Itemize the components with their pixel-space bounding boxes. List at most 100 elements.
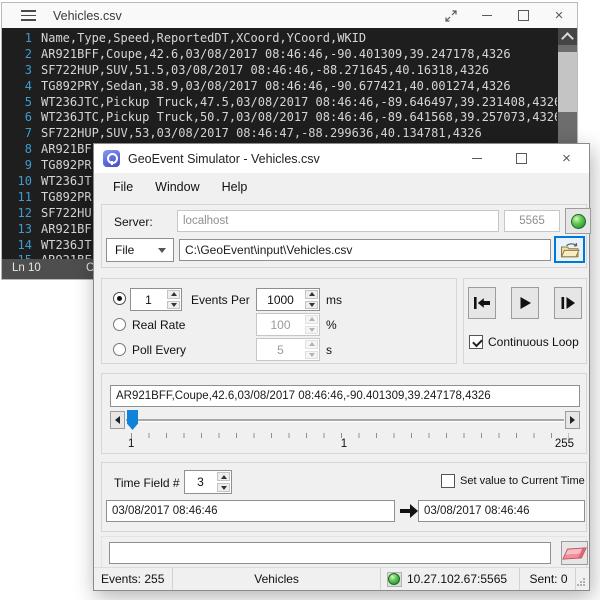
scrollbar-thumb[interactable] <box>558 52 577 112</box>
close-icon[interactable]: × <box>544 144 589 173</box>
editor-line: 3SF722HUP,SUV,51.5,03/08/2017 08:46:46,-… <box>2 62 557 78</box>
real-rate-spinner: 100 <box>256 313 320 336</box>
server-label: Server: <box>114 215 153 229</box>
line-text: WT236JT <box>41 174 92 188</box>
real-rate-radio[interactable] <box>113 318 126 331</box>
time-to-field[interactable]: 03/08/2017 08:46:46 <box>418 500 585 522</box>
real-rate-unit-label: % <box>326 318 337 332</box>
line-number: 3 <box>2 63 41 77</box>
line-number: 14 <box>2 238 41 252</box>
slider-right-icon <box>570 416 575 424</box>
editor-titlebar: Vehicles.csv × <box>2 3 577 28</box>
interval-spinner[interactable]: 1000 <box>256 288 320 311</box>
line-number: 5 <box>2 95 41 109</box>
line-text: AR921BF <box>41 142 92 156</box>
time-from-field[interactable]: 03/08/2017 08:46:46 <box>106 500 395 522</box>
editor-title: Vehicles.csv <box>53 9 122 23</box>
events-per-label: Events Per <box>191 293 250 307</box>
poll-spinner: 5 <box>256 338 320 361</box>
continuous-loop-checkbox[interactable] <box>469 335 483 349</box>
set-current-time-label: Set value to Current Time <box>460 475 585 487</box>
step-forward-icon <box>560 296 576 310</box>
current-event-field[interactable]: AR921BFF,Coupe,42.6,03/08/2017 08:46:46,… <box>110 385 580 407</box>
spinner-down-icon <box>305 351 318 360</box>
eraser-icon <box>562 547 587 559</box>
close-icon[interactable]: × <box>541 3 577 28</box>
simulator-statusbar: Events: 255 Vehicles 10.27.102.67:5565 S… <box>94 567 589 590</box>
line-number: 11 <box>2 190 41 204</box>
file-path-field[interactable]: C:\GeoEvent\input\Vehicles.csv <box>179 239 551 261</box>
server-port-field[interactable]: 5565 <box>504 210 560 232</box>
open-file-button[interactable] <box>554 236 585 263</box>
time-field-label: Time Field # <box>114 476 180 490</box>
play-button[interactable] <box>511 287 539 319</box>
connection-group: Server: localhost 5565 File C:\GeoEvent\… <box>101 204 587 268</box>
poll-unit-label: s <box>326 343 332 357</box>
continuous-loop-control[interactable]: Continuous Loop <box>469 335 579 349</box>
skip-to-start-button[interactable] <box>468 287 496 319</box>
editor-line: 6WT236JTC,Pickup Truck,50.7,03/08/2017 0… <box>2 109 557 125</box>
minimize-icon[interactable] <box>454 144 499 173</box>
line-number: 10 <box>2 174 41 188</box>
line-text: WT236JTC,Pickup Truck,47.5,03/08/2017 08… <box>41 95 557 109</box>
connect-button[interactable] <box>565 208 591 234</box>
spinner-down-icon <box>305 326 318 335</box>
slider-right-button[interactable] <box>565 411 580 429</box>
menu-bar: File Window Help <box>94 173 589 200</box>
line-text: TG892PR <box>41 158 92 172</box>
resize-grip-icon[interactable] <box>576 568 589 590</box>
simulator-titlebar[interactable]: GeoEvent Simulator - Vehicles.csv × <box>94 144 589 173</box>
line-text: SF722HU <box>41 206 92 220</box>
slider-left-button[interactable] <box>110 411 125 429</box>
editor-line: 2AR921BFF,Coupe,42.6,03/08/2017 08:46:46… <box>2 46 557 62</box>
menu-window[interactable]: Window <box>144 176 210 198</box>
events-per-radio[interactable] <box>113 292 126 305</box>
scroll-up-icon[interactable] <box>558 28 577 45</box>
clear-log-button[interactable] <box>561 541 588 565</box>
menu-file[interactable]: File <box>102 176 144 198</box>
slider-thumb[interactable] <box>127 410 138 430</box>
line-text: Name,Type,Speed,ReportedDT,XCoord,YCoord… <box>41 31 366 45</box>
step-forward-button[interactable] <box>554 287 582 319</box>
spinner-up-icon[interactable] <box>305 290 318 299</box>
spinner-up-icon[interactable] <box>217 472 230 481</box>
spinner-down-icon[interactable] <box>305 301 318 310</box>
geoevent-logo <box>103 150 120 167</box>
time-field-spinner[interactable]: 3 <box>184 470 232 494</box>
spinner-up-icon[interactable] <box>167 290 180 299</box>
line-text: TG892PRY,Sedan,38.9,03/08/2017 08:46:46,… <box>41 79 511 93</box>
server-host-field[interactable]: localhost <box>177 210 499 232</box>
rate-group: 1 Events Per 1000 ms Real Rate 100 % Pol… <box>101 278 457 364</box>
slider-track[interactable] <box>126 419 564 422</box>
menu-help[interactable]: Help <box>211 176 259 198</box>
expand-icon[interactable] <box>433 3 469 28</box>
line-number: 6 <box>2 110 41 124</box>
set-current-time-checkbox[interactable] <box>441 474 455 488</box>
poll-every-radio[interactable] <box>113 343 126 356</box>
source-type-dropdown[interactable]: File <box>106 238 174 262</box>
play-icon <box>518 296 532 310</box>
editor-line: 1Name,Type,Speed,ReportedDT,XCoord,YCoor… <box>2 30 557 46</box>
hamburger-icon[interactable] <box>21 10 36 21</box>
chevron-down-icon <box>158 248 166 253</box>
interval-unit-label: ms <box>326 293 342 307</box>
events-count-status: Events: 255 <box>94 568 173 590</box>
real-rate-label: Real Rate <box>132 318 185 332</box>
minimize-icon[interactable] <box>469 3 505 28</box>
editor-line: 5WT236JTC,Pickup Truck,47.5,03/08/2017 0… <box>2 94 557 110</box>
events-count-spinner[interactable]: 1 <box>130 288 182 311</box>
maximize-icon[interactable] <box>499 144 544 173</box>
set-current-time-control[interactable]: Set value to Current Time <box>441 474 585 488</box>
slider-max-label: 255 <box>555 438 574 450</box>
slider-left-icon <box>115 416 120 424</box>
connection-status: 10.27.102.67:5565 <box>381 568 520 590</box>
line-number: 9 <box>2 158 41 172</box>
arrow-right-icon <box>400 504 418 518</box>
spinner-down-icon[interactable] <box>217 483 230 492</box>
line-text: WT236JTC,Pickup Truck,50.7,03/08/2017 08… <box>41 110 557 124</box>
line-number: 4 <box>2 79 41 93</box>
maximize-icon[interactable] <box>505 3 541 28</box>
status-line-indicator: Ln 10 <box>12 262 41 274</box>
spinner-down-icon[interactable] <box>167 301 180 310</box>
log-field[interactable] <box>109 542 551 564</box>
